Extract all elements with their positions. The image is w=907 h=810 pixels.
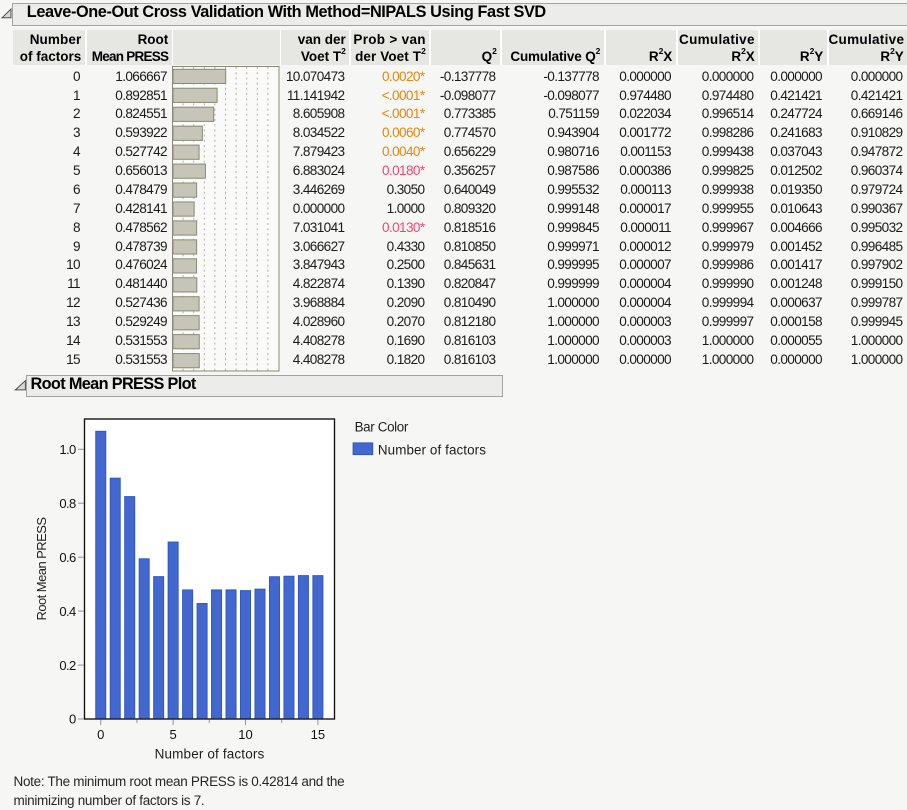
svg-text:0: 0 [97,727,104,742]
svg-text:5: 5 [170,727,177,742]
svg-text:15: 15 [311,727,325,742]
svg-text:10: 10 [238,727,252,742]
svg-text:Number of factors: Number of factors [378,443,486,458]
svg-text:0.8: 0.8 [59,496,76,511]
svg-text:0.2: 0.2 [59,658,76,673]
svg-text:Number of factors: Number of factors [155,747,265,762]
svg-text:1.0: 1.0 [59,442,76,457]
svg-text:Root Mean PRESS: Root Mean PRESS [34,517,49,621]
svg-text:0.6: 0.6 [59,550,76,565]
svg-text:Bar Color: Bar Color [355,420,409,435]
svg-text:0.4: 0.4 [59,604,76,619]
svg-text:0: 0 [69,712,76,727]
